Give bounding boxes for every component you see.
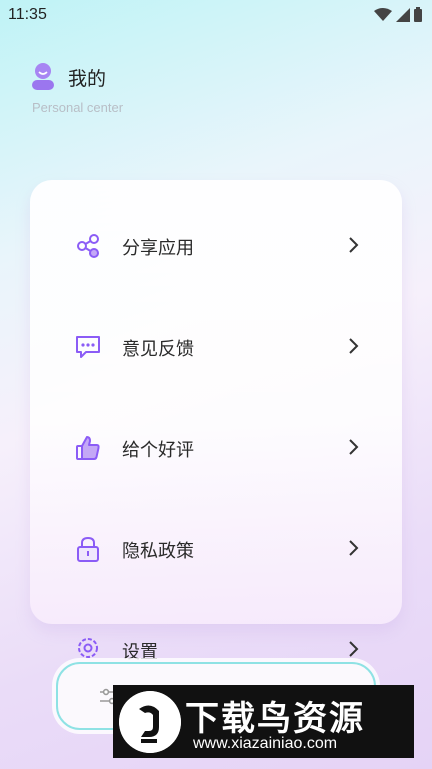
page-title: 我的 — [68, 68, 107, 90]
menu-item-rate-app[interactable]: 给个好评 — [30, 418, 402, 478]
thumbs-up-icon — [76, 436, 100, 460]
feedback-chat-icon — [76, 336, 100, 358]
menu-item-label: 给个好评 — [122, 440, 194, 461]
chevron-right-icon — [349, 540, 359, 556]
status-bar: 11:35 — [0, 0, 432, 30]
page-subtitle: Personal center — [32, 100, 124, 115]
menu-item-feedback[interactable]: 意见反馈 — [30, 317, 402, 377]
user-avatar-icon — [32, 63, 54, 90]
chevron-right-icon — [349, 338, 359, 354]
menu-item-privacy-policy[interactable]: 隐私政策 — [30, 519, 402, 579]
menu-card: 分享应用 意见反馈 给个好评 隐私政策 — [30, 180, 402, 624]
menu-item-label: 设置 — [122, 642, 158, 663]
watermark-url: www.xiazainiao.com — [193, 735, 338, 752]
chevron-right-icon — [349, 237, 359, 253]
bird-logo-icon — [119, 691, 181, 753]
menu-item-label: 意见反馈 — [122, 339, 194, 360]
menu-item-label: 隐私政策 — [122, 541, 194, 562]
wifi-icon — [374, 7, 392, 21]
menu-item-settings[interactable]: 设置 — [30, 626, 402, 666]
chevron-right-icon — [349, 641, 359, 657]
watermark-title: 下载鸟资源 — [185, 699, 365, 739]
lock-icon — [77, 536, 99, 562]
share-icon — [77, 234, 99, 258]
status-icons — [374, 7, 422, 22]
status-time: 11:35 — [8, 6, 47, 23]
gear-icon — [78, 638, 98, 658]
battery-icon — [414, 7, 422, 22]
signal-icon — [396, 7, 410, 22]
chevron-right-icon — [349, 439, 359, 455]
menu-item-share-app[interactable]: 分享应用 — [30, 216, 402, 276]
watermark-banner: 下载鸟资源 www.xiazainiao.com — [113, 685, 414, 758]
menu-item-label: 分享应用 — [122, 238, 194, 259]
